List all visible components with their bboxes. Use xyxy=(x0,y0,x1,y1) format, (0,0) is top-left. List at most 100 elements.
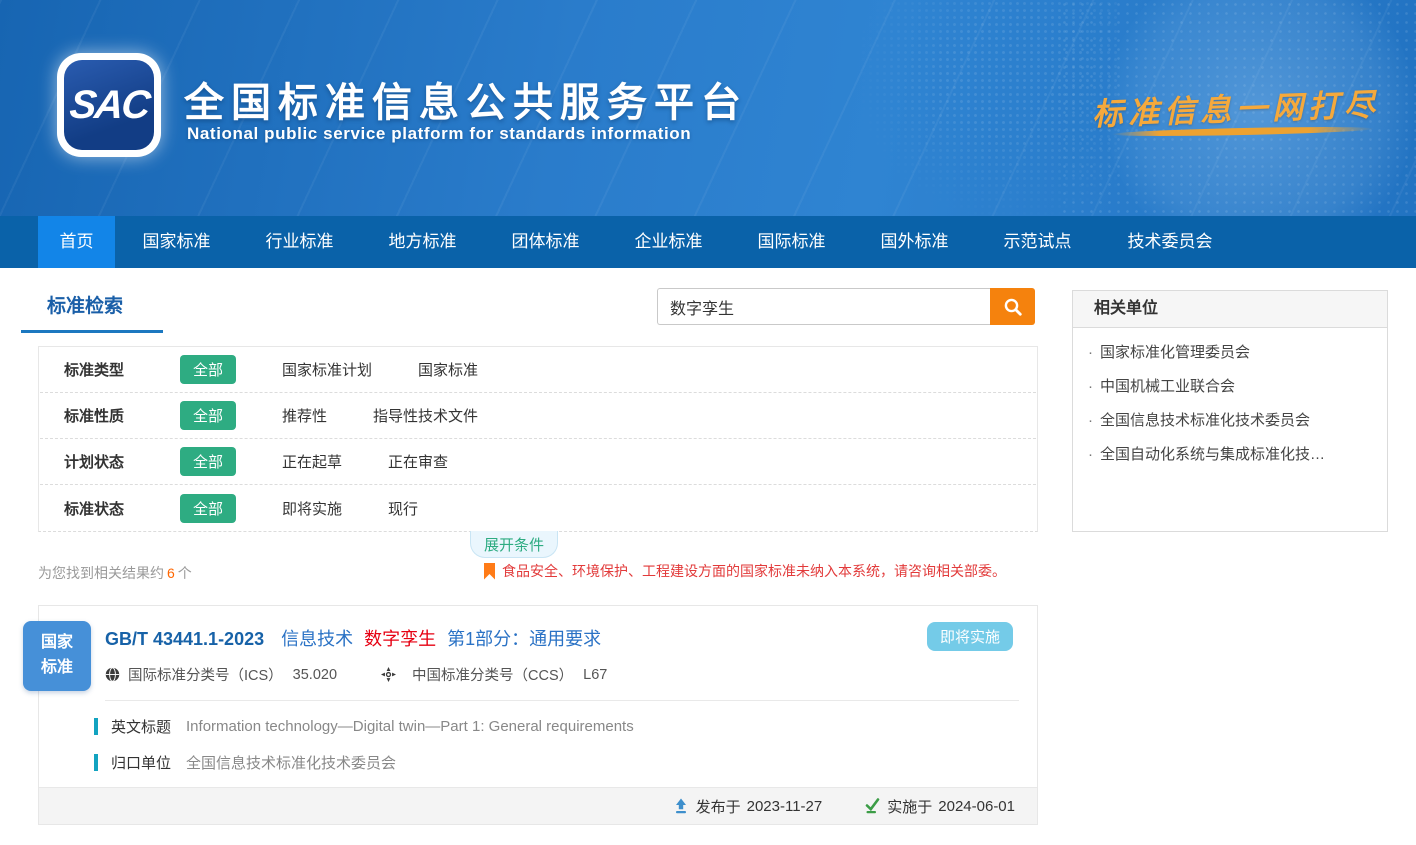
filter-option[interactable]: 国家标准计划 xyxy=(282,359,372,380)
filter-panel: 标准类型 全部 国家标准计划 国家标准 标准性质 全部 推荐性 指导性技术文件 … xyxy=(38,346,1038,532)
standard-title-part1: 信息技术 xyxy=(281,629,353,649)
filter-all-badge[interactable]: 全部 xyxy=(180,494,236,523)
nav-item-technical-committee[interactable]: 技术委员会 xyxy=(1099,216,1241,268)
related-unit-link[interactable]: · 全国自动化系统与集成标准化技… xyxy=(1073,430,1387,464)
page: SAC 全国标准信息公共服务平台 National public service… xyxy=(0,0,1416,845)
search-button[interactable] xyxy=(990,288,1035,325)
publish-icon xyxy=(673,798,696,814)
nav-item-group-standards[interactable]: 团体标准 xyxy=(484,216,607,268)
related-units-title: 相关单位 xyxy=(1073,291,1387,328)
expand-conditions-button[interactable]: 展开条件 xyxy=(470,531,558,558)
nav-item-local-standards[interactable]: 地方标准 xyxy=(361,216,484,268)
publish-label: 发布于 xyxy=(696,796,741,817)
ics-value: 35.020 xyxy=(293,667,337,683)
bullet: · xyxy=(1088,344,1093,361)
implement-label: 实施于 xyxy=(887,796,932,817)
related-unit-label: 全国信息技术标准化技术委员会 xyxy=(1100,412,1310,429)
header-map-decoration xyxy=(860,0,1120,216)
title-underline-decoration xyxy=(21,330,163,333)
card-footer: 发布于 2023-11-27 实施于 2024-06-01 xyxy=(39,787,1037,824)
standard-type-badge-line2: 标准 xyxy=(41,656,73,681)
search-input[interactable] xyxy=(657,288,990,325)
publish-date: 2023-11-27 xyxy=(747,798,823,815)
related-unit-label: 中国机械工业联合会 xyxy=(1100,378,1235,395)
filter-option[interactable]: 推荐性 xyxy=(282,405,327,426)
filter-option[interactable]: 即将实施 xyxy=(282,498,342,519)
filter-row-standard-type: 标准类型 全部 国家标准计划 国家标准 xyxy=(40,347,1036,393)
related-unit-link[interactable]: · 全国信息技术标准化技术委员会 xyxy=(1073,396,1387,430)
nav-item-international-standards[interactable]: 国际标准 xyxy=(730,216,853,268)
filter-row-standard-status: 标准状态 全部 即将实施 现行 xyxy=(40,485,1036,531)
competent-unit-value: 全国信息技术标准化技术委员会 xyxy=(186,752,396,773)
filter-option[interactable]: 国家标准 xyxy=(418,359,478,380)
page-title-standard-search: 标准检索 xyxy=(47,291,123,318)
ics-label: 国际标准分类号（ICS） xyxy=(128,664,283,685)
nav-item-pilot[interactable]: 示范试点 xyxy=(976,216,1099,268)
english-title-label: 英文标题 xyxy=(111,716,171,737)
related-unit-link[interactable]: · 国家标准化管理委员会 xyxy=(1073,328,1387,362)
standard-title-part2: 第1部分：通用要求 xyxy=(447,629,601,649)
ccs-group: 中国标准分类号（CCS） L67 xyxy=(381,664,607,685)
competent-unit-label: 归口单位 xyxy=(111,752,171,773)
detail-bar-decoration xyxy=(94,754,98,771)
filter-all-badge[interactable]: 全部 xyxy=(180,447,236,476)
ccs-label: 中国标准分类号（CCS） xyxy=(412,664,573,685)
filter-option[interactable]: 现行 xyxy=(388,498,418,519)
bookmark-icon xyxy=(484,563,495,580)
standard-title-highlight: 数字孪生 xyxy=(364,629,436,649)
filter-option[interactable]: 正在起草 xyxy=(282,451,342,472)
competent-unit-row: 归口单位 全国信息技术标准化技术委员会 xyxy=(94,752,1037,773)
english-title-row: 英文标题 Information technology—Digital twin… xyxy=(94,716,1037,737)
publish-date-group: 发布于 2023-11-27 xyxy=(673,796,823,817)
nav-item-foreign-standards[interactable]: 国外标准 xyxy=(853,216,976,268)
nav-item-enterprise-standards[interactable]: 企业标准 xyxy=(607,216,730,268)
filter-row-plan-status: 计划状态 全部 正在起草 正在审查 xyxy=(40,439,1036,485)
bullet: · xyxy=(1088,412,1093,429)
globe-icon xyxy=(105,667,128,682)
nav-item-national-standards[interactable]: 国家标准 xyxy=(115,216,238,268)
filter-label: 标准类型 xyxy=(64,359,148,380)
filter-all-badge[interactable]: 全部 xyxy=(180,401,236,430)
related-units-panel: 相关单位 ·国家标准化管理委员会 ·中国机械工业联合会 ·全国信息技术标准化技术… xyxy=(1072,290,1388,532)
header-banner: SAC 全国标准信息公共服务平台 National public service… xyxy=(0,0,1416,216)
classification-row: 国际标准分类号（ICS） 35.020 中国标准分类号（CCS） L67 xyxy=(39,664,1037,685)
bullet: · xyxy=(1088,446,1093,463)
implement-date-group: 实施于 2024-06-01 xyxy=(864,796,1015,817)
card-divider xyxy=(105,700,1019,701)
search-icon xyxy=(1003,297,1023,317)
sac-logo-text: SAC xyxy=(67,83,150,128)
site-subtitle: National public service platform for sta… xyxy=(187,124,691,144)
related-unit-label: 全国自动化系统与集成标准化技… xyxy=(1100,446,1325,463)
sac-logo[interactable]: SAC xyxy=(57,53,161,157)
filter-option[interactable]: 指导性技术文件 xyxy=(373,405,478,426)
implement-date: 2024-06-01 xyxy=(938,798,1015,815)
ccs-value: L67 xyxy=(583,667,607,683)
filter-label: 标准状态 xyxy=(64,498,148,519)
nav-item-industry-standards[interactable]: 行业标准 xyxy=(238,216,361,268)
related-unit-link[interactable]: ·中国机械工业联合会 xyxy=(1073,362,1387,396)
result-count: 为您找到相关结果约6个 xyxy=(38,563,192,583)
standard-result-card: 国家 标准 即将实施 GB/T 43441.1-2023 信息技术 数字孪生 第… xyxy=(38,605,1038,825)
implement-icon xyxy=(864,798,887,814)
filter-row-standard-nature: 标准性质 全部 推荐性 指导性技术文件 xyxy=(40,393,1036,439)
sac-logo-inner: SAC xyxy=(64,60,154,150)
detail-bar-decoration xyxy=(94,718,98,735)
standard-code: GB/T 43441.1-2023 xyxy=(105,629,264,649)
english-title-value: Information technology—Digital twin—Part… xyxy=(186,718,634,735)
filter-label: 标准性质 xyxy=(64,405,148,426)
status-badge-upcoming: 即将实施 xyxy=(927,622,1013,651)
result-count-prefix: 为您找到相关结果约 xyxy=(38,565,164,581)
result-count-number: 6 xyxy=(167,565,175,581)
filter-all-badge[interactable]: 全部 xyxy=(180,355,236,384)
standard-type-badge-line1: 国家 xyxy=(41,631,73,656)
system-notice: 食品安全、环境保护、工程建设方面的国家标准未纳入本系统，请咨询相关部委。 xyxy=(484,561,1006,581)
standard-type-badge: 国家 标准 xyxy=(23,621,91,691)
nav-item-home[interactable]: 首页 xyxy=(38,216,115,268)
result-count-suffix: 个 xyxy=(178,565,192,581)
filter-label: 计划状态 xyxy=(64,451,148,472)
main-nav: 首页 国家标准 行业标准 地方标准 团体标准 企业标准 国际标准 国外标准 示范… xyxy=(0,216,1416,268)
standard-title-link[interactable]: GB/T 43441.1-2023 信息技术 数字孪生 第1部分：通用要求 xyxy=(39,606,1037,651)
filter-option[interactable]: 正在审查 xyxy=(388,451,448,472)
related-unit-label: 国家标准化管理委员会 xyxy=(1100,344,1250,361)
notice-text: 食品安全、环境保护、工程建设方面的国家标准未纳入本系统，请咨询相关部委。 xyxy=(502,561,1006,581)
